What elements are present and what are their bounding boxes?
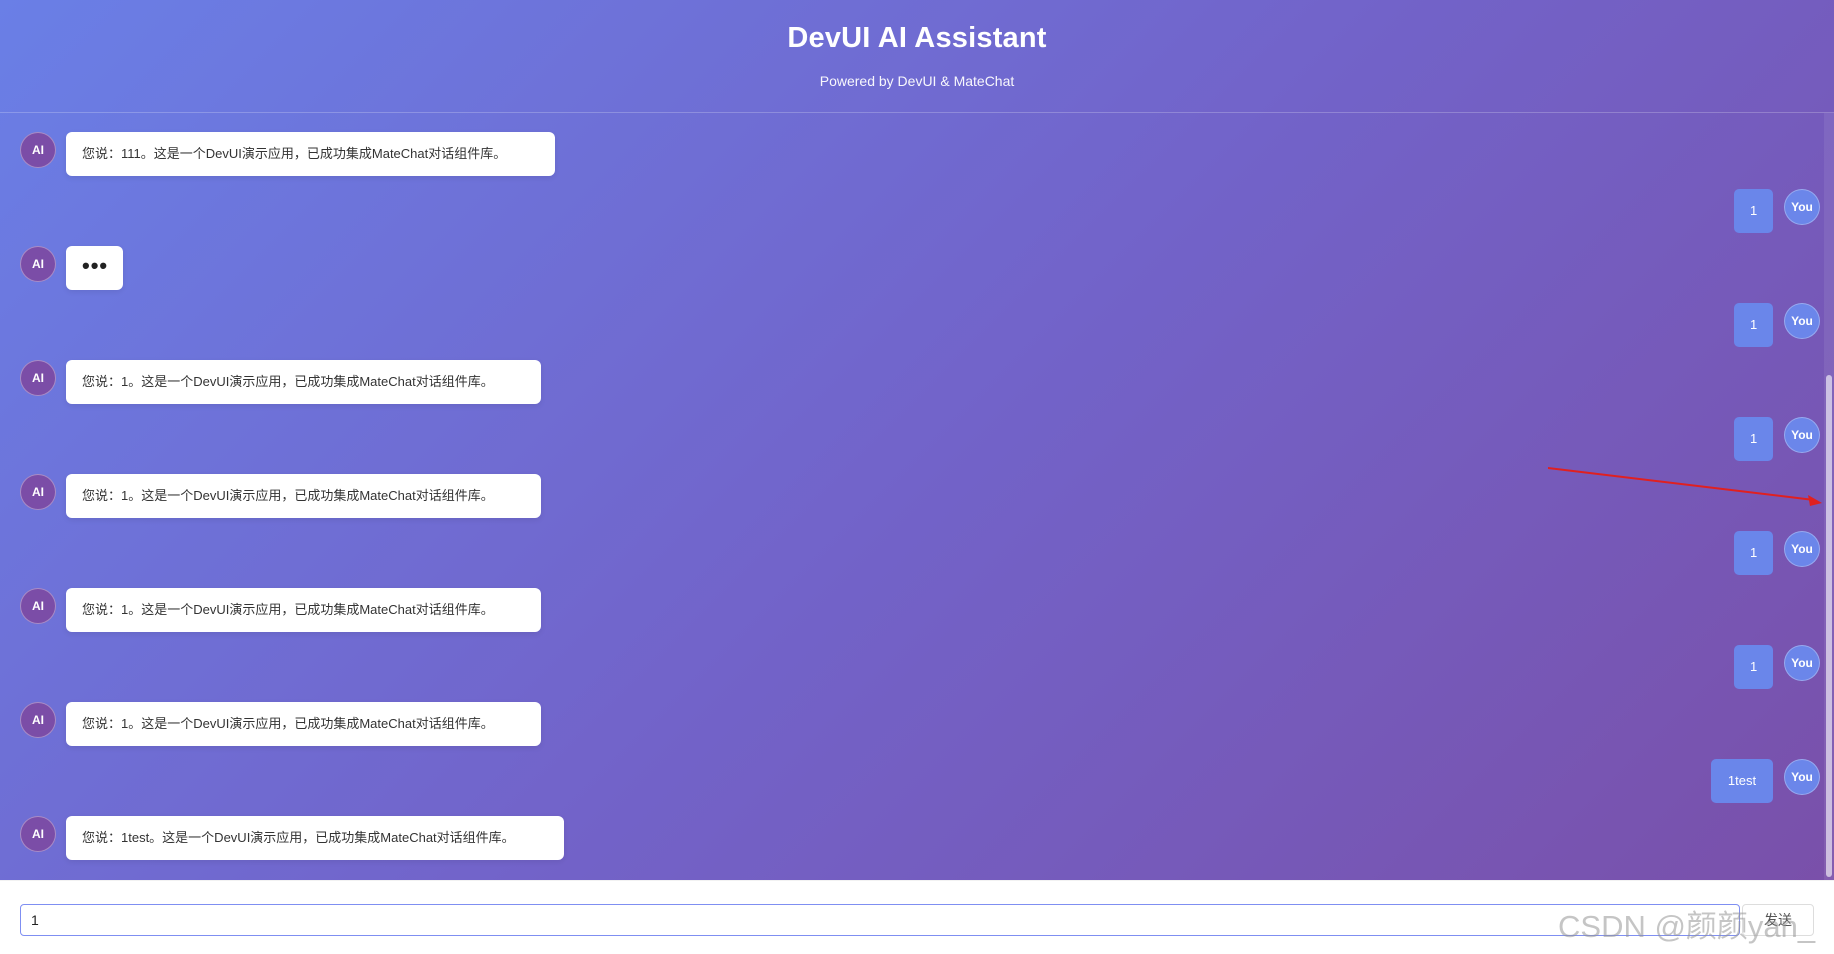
ai-avatar: AI <box>20 132 56 168</box>
ai-message-bubble: 您说：1。这是一个DevUI演示应用，已成功集成MateChat对话组件库。 <box>66 360 541 404</box>
ai-avatar: AI <box>20 246 56 282</box>
user-avatar: You <box>1784 417 1820 453</box>
user-message: 1test You <box>1670 759 1820 815</box>
ai-avatar: AI <box>20 816 56 852</box>
user-message: 1 You <box>1700 189 1820 245</box>
ai-message: AI 您说：1。这是一个DevUI演示应用，已成功集成MateChat对话组件库… <box>0 360 800 416</box>
ai-message: AI 您说：1。这是一个DevUI演示应用，已成功集成MateChat对话组件库… <box>0 702 800 758</box>
chat-message-list[interactable]: AI 您说：111。这是一个DevUI演示应用，已成功集成MateChat对话组… <box>0 113 1820 880</box>
user-avatar: You <box>1784 531 1820 567</box>
send-button[interactable]: 发送 <box>1742 904 1814 936</box>
ai-message-bubble: 您说：1。这是一个DevUI演示应用，已成功集成MateChat对话组件库。 <box>66 474 541 518</box>
user-message-bubble: 1 <box>1734 531 1773 575</box>
chat-scrollbar[interactable] <box>1824 113 1834 880</box>
user-avatar: You <box>1784 303 1820 339</box>
ai-message: AI 您说：111。这是一个DevUI演示应用，已成功集成MateChat对话组… <box>0 132 800 188</box>
ai-message-bubble: 您说：1。这是一个DevUI演示应用，已成功集成MateChat对话组件库。 <box>66 702 541 746</box>
ai-message-bubble: 您说：111。这是一个DevUI演示应用，已成功集成MateChat对话组件库。 <box>66 132 555 176</box>
user-message: 1 You <box>1700 645 1820 701</box>
page-title: DevUI AI Assistant <box>787 22 1047 54</box>
ai-avatar: AI <box>20 702 56 738</box>
user-avatar: You <box>1784 645 1820 681</box>
typing-indicator: ••• <box>66 246 123 290</box>
user-message-bubble: 1 <box>1734 303 1773 347</box>
user-message-bubble: 1 <box>1734 645 1773 689</box>
user-avatar: You <box>1784 759 1820 795</box>
user-message: 1 You <box>1700 303 1820 359</box>
user-avatar: You <box>1784 189 1820 225</box>
ai-message: AI 您说：1test。这是一个DevUI演示应用，已成功集成MateChat对… <box>0 816 800 872</box>
message-input[interactable] <box>20 904 1740 936</box>
chat-app: DevUI AI Assistant Powered by DevUI & Ma… <box>0 0 1834 954</box>
ai-message: AI ••• <box>0 246 200 302</box>
ai-avatar: AI <box>20 588 56 624</box>
user-message: 1 You <box>1700 417 1820 473</box>
ai-message: AI 您说：1。这是一个DevUI演示应用，已成功集成MateChat对话组件库… <box>0 474 800 530</box>
ai-message-bubble: 您说：1。这是一个DevUI演示应用，已成功集成MateChat对话组件库。 <box>66 588 541 632</box>
user-message-bubble: 1 <box>1734 417 1773 461</box>
ai-avatar: AI <box>20 360 56 396</box>
ai-message: AI 您说：1。这是一个DevUI演示应用，已成功集成MateChat对话组件库… <box>0 588 800 644</box>
chat-header: DevUI AI Assistant Powered by DevUI & Ma… <box>0 0 1834 113</box>
user-message-bubble: 1test <box>1711 759 1773 803</box>
scrollbar-thumb[interactable] <box>1826 375 1832 877</box>
ai-message-bubble: 您说：1test。这是一个DevUI演示应用，已成功集成MateChat对话组件… <box>66 816 564 860</box>
user-message: 1 You <box>1700 531 1820 587</box>
page-subtitle: Powered by DevUI & MateChat <box>819 73 1015 89</box>
ai-avatar: AI <box>20 474 56 510</box>
user-message-bubble: 1 <box>1734 189 1773 233</box>
message-composer: 发送 <box>0 880 1834 954</box>
